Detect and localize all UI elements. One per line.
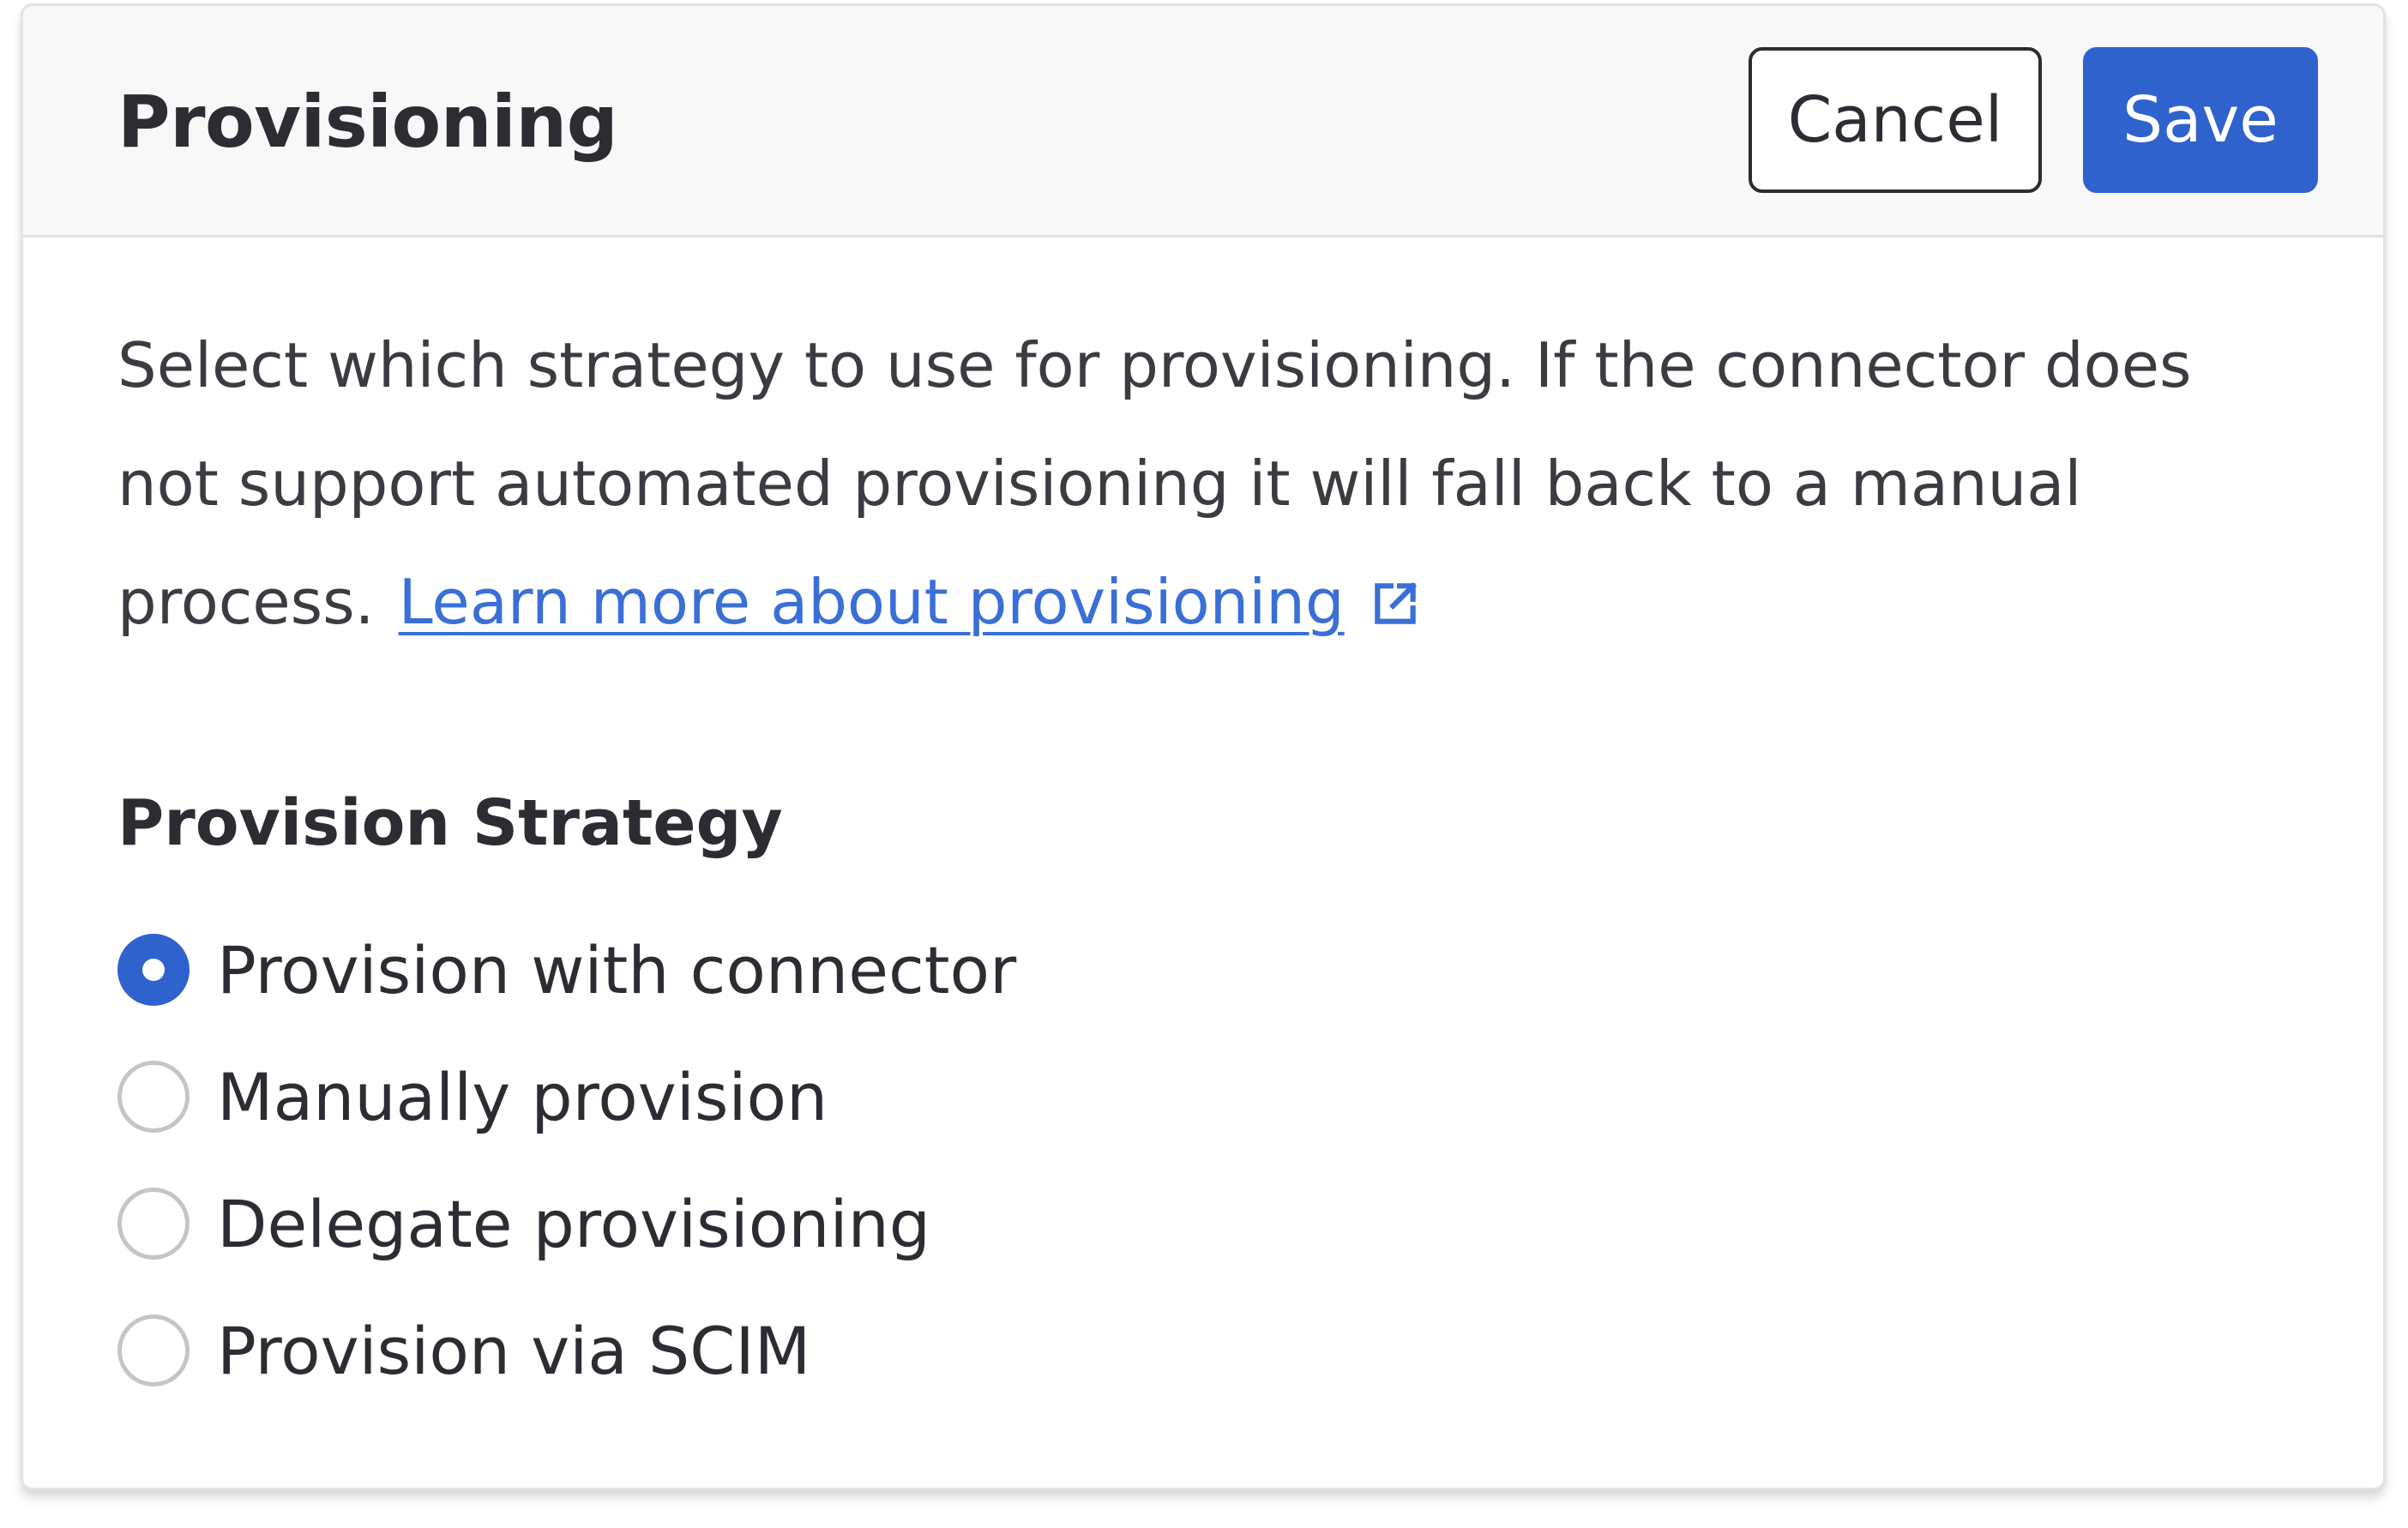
provisioning-description: Select which strategy to use for provisi…	[117, 306, 2261, 661]
radio-button[interactable]	[117, 1061, 190, 1133]
radio-option-delegate[interactable]: Delegate provisioning	[117, 1160, 1016, 1287]
panel-title: Provisioning	[117, 80, 618, 164]
radio-option-label: Provision via SCIM	[217, 1312, 811, 1389]
learn-more-label: Learn more about provisioning	[398, 566, 1345, 638]
radio-option-manual[interactable]: Manually provision	[117, 1033, 1016, 1160]
external-link-icon[interactable]	[1369, 550, 1422, 624]
provision-strategy-radio-group: Provision with connector Manually provis…	[117, 906, 1016, 1414]
radio-button[interactable]	[117, 934, 190, 1006]
radio-option-label: Provision with connector	[217, 931, 1017, 1008]
radio-option-label: Delegate provisioning	[217, 1185, 930, 1262]
panel-body: Select which strategy to use for provisi…	[117, 323, 2261, 1389]
radio-button[interactable]	[117, 1314, 190, 1387]
radio-button[interactable]	[117, 1188, 190, 1260]
save-button[interactable]: Save	[2083, 47, 2318, 193]
cancel-button[interactable]: Cancel	[1749, 47, 2042, 193]
panel-header: Provisioning Cancel Save	[23, 6, 2383, 238]
provisioning-panel: Provisioning Cancel Save Select which st…	[21, 3, 2386, 1490]
radio-option-connector[interactable]: Provision with connector	[117, 906, 1016, 1033]
radio-option-scim[interactable]: Provision via SCIM	[117, 1287, 1016, 1414]
provision-strategy-label: Provision Strategy	[117, 786, 783, 860]
learn-more-link[interactable]: Learn more about provisioning	[399, 566, 1345, 638]
radio-option-label: Manually provision	[217, 1058, 828, 1135]
